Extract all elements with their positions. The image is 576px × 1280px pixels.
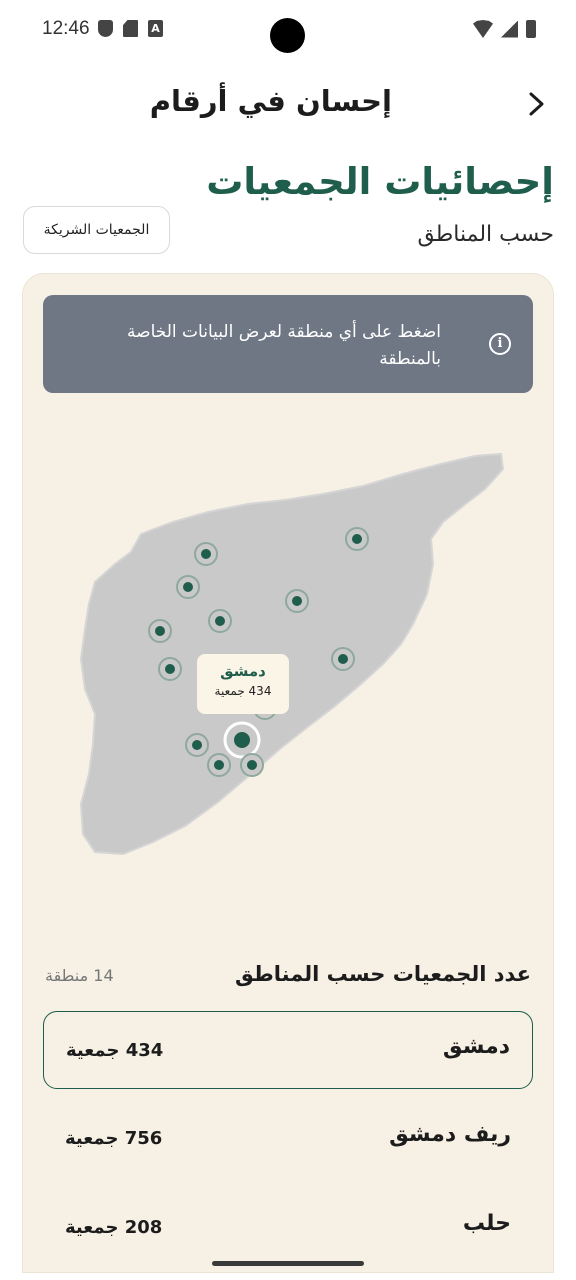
stats-card: اضغط على أي منطقة لعرض البيانات الخاصة ب…	[22, 273, 554, 1273]
region-row[interactable]: ريف دمشق 756 جمعية	[43, 1100, 533, 1178]
status-icons-left: A	[98, 20, 163, 37]
region-marker[interactable]	[208, 609, 232, 633]
region-name: دمشق	[442, 1034, 510, 1059]
section-subtitle: حسب المناطق	[417, 222, 554, 247]
region-count: 434 جمعية	[66, 1040, 164, 1061]
home-indicator[interactable]	[212, 1261, 364, 1266]
tooltip-region-count: 434 جمعية	[214, 684, 272, 698]
region-marker[interactable]	[331, 647, 355, 671]
chevron-back-icon[interactable]	[520, 88, 552, 120]
region-row[interactable]: حلب 208 جمعية	[43, 1189, 533, 1267]
region-marker-selected[interactable]	[223, 721, 261, 759]
region-marker[interactable]	[240, 753, 264, 777]
sd-card-icon	[123, 20, 138, 37]
region-name: حلب	[462, 1211, 511, 1236]
wifi-icon	[473, 20, 493, 38]
region-name: ريف دمشق	[389, 1122, 511, 1147]
shield-icon	[98, 20, 113, 37]
tooltip-region-name: دمشق	[220, 662, 266, 680]
country-shape[interactable]	[79, 452, 505, 856]
region-marker[interactable]	[194, 542, 218, 566]
status-bar: 12:46 A	[0, 0, 576, 64]
status-time: 12:46	[42, 18, 90, 39]
regions-map[interactable]	[23, 434, 555, 884]
map-svg[interactable]	[23, 434, 555, 884]
region-marker[interactable]	[185, 733, 209, 757]
section-title: إحصائيات الجمعيات	[206, 160, 554, 203]
info-banner: اضغط على أي منطقة لعرض البيانات الخاصة ب…	[43, 295, 533, 393]
region-count: 208 جمعية	[65, 1217, 163, 1238]
region-count: 756 جمعية	[65, 1128, 163, 1149]
map-tooltip: دمشق 434 جمعية	[197, 654, 289, 714]
region-marker[interactable]	[176, 575, 200, 599]
page-title: إحسان في أرقام	[149, 84, 392, 118]
regions-list-heading: عدد الجمعيات حسب المناطق	[235, 962, 531, 986]
partners-button[interactable]: الجمعيات الشريكة	[23, 206, 170, 254]
status-icons-right	[473, 20, 536, 38]
battery-icon	[526, 20, 536, 38]
info-icon: i	[489, 333, 511, 355]
font-icon: A	[148, 20, 163, 37]
info-text: اضغط على أي منطقة لعرض البيانات الخاصة ب…	[127, 322, 441, 369]
signal-icon	[501, 20, 518, 38]
app-header: إحسان في أرقام	[0, 80, 576, 128]
region-marker[interactable]	[148, 619, 172, 643]
region-marker[interactable]	[285, 589, 309, 613]
region-row-selected[interactable]: دمشق 434 جمعية	[43, 1011, 533, 1089]
camera-cutout	[270, 18, 305, 53]
region-marker[interactable]	[345, 527, 369, 551]
region-marker[interactable]	[207, 753, 231, 777]
regions-count: 14 منطقة	[45, 966, 114, 985]
region-marker[interactable]	[158, 657, 182, 681]
